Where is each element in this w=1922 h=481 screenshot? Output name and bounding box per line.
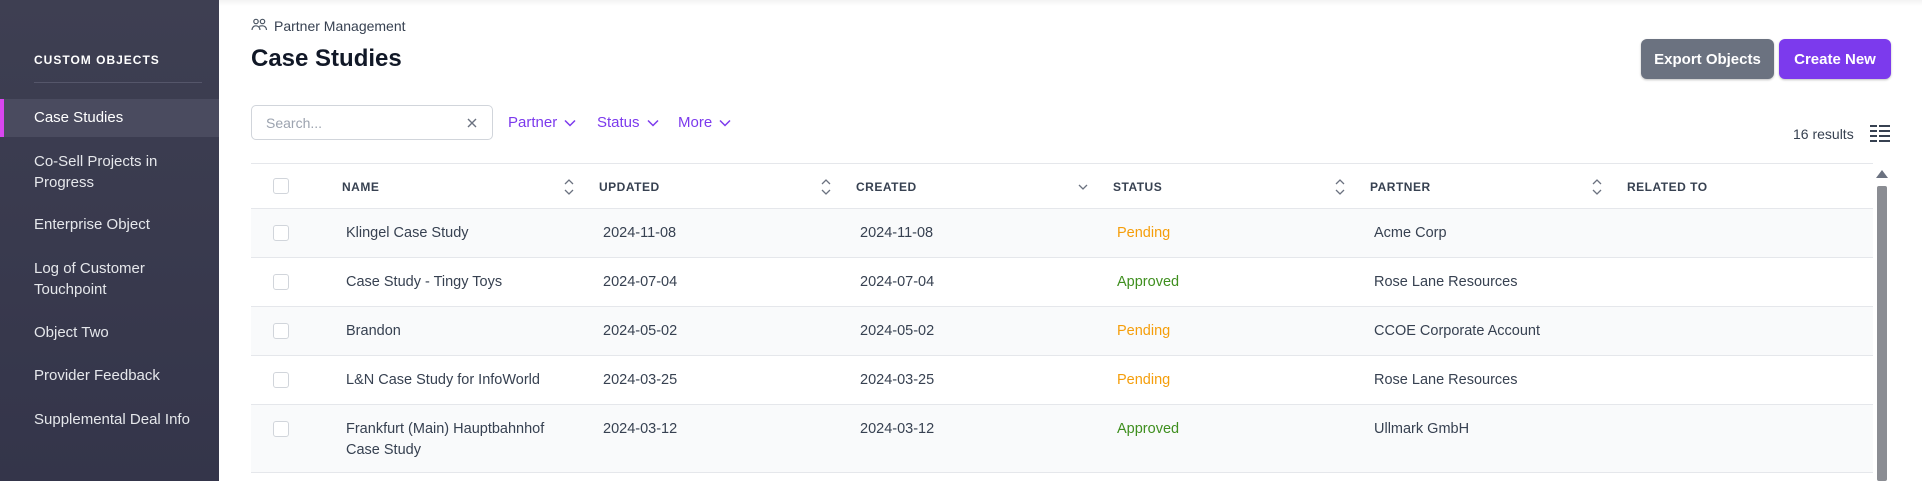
- cell-name[interactable]: Klingel Case Study: [346, 223, 576, 244]
- cell-name[interactable]: Brandon: [346, 321, 576, 342]
- scrollbar-thumb[interactable]: [1877, 186, 1887, 481]
- sidebar-item-enterprise-object[interactable]: Enterprise Object: [34, 214, 204, 235]
- sort-descending-icon[interactable]: [1078, 178, 1088, 196]
- sidebar-item-object-two[interactable]: Object Two: [34, 322, 204, 343]
- sort-icon[interactable]: [1335, 178, 1345, 196]
- chevron-down-icon: [719, 114, 731, 131]
- status-badge: Pending: [1117, 372, 1171, 388]
- chevron-down-icon: [647, 114, 659, 131]
- sidebar-heading: CUSTOM OBJECTS: [34, 53, 160, 67]
- status-badge: Pending: [1117, 323, 1171, 339]
- search-input[interactable]: [266, 114, 456, 132]
- row-checkbox[interactable]: [273, 323, 289, 339]
- column-header-partner[interactable]: PARTNER: [1370, 180, 1431, 194]
- cell-created: 2024-07-04: [860, 274, 935, 290]
- filter-partner-label: Partner: [508, 114, 558, 131]
- sidebar-divider: [34, 82, 202, 83]
- export-objects-button[interactable]: Export Objects: [1641, 39, 1774, 79]
- filter-more[interactable]: More: [678, 114, 731, 131]
- row-checkbox[interactable]: [273, 274, 289, 290]
- sidebar-item-co-sell-projects[interactable]: Co-Sell Projects in Progress: [34, 151, 204, 193]
- row-checkbox[interactable]: [273, 225, 289, 241]
- cell-name[interactable]: Case Study - Tingy Toys: [346, 272, 576, 293]
- sort-icon[interactable]: [821, 178, 831, 196]
- filter-status-label: Status: [597, 114, 640, 131]
- create-new-button[interactable]: Create New: [1779, 39, 1891, 79]
- filter-status[interactable]: Status: [597, 114, 659, 131]
- sidebar-item-supplemental-deal-info[interactable]: Supplemental Deal Info: [34, 409, 204, 430]
- cell-name[interactable]: Frankfurt (Main) Hauptbahnhof Case Study: [346, 419, 576, 461]
- search-box: [251, 105, 493, 140]
- column-header-related-to[interactable]: RELATED TO: [1627, 180, 1708, 194]
- table-row[interactable]: L&N Case Study for InfoWorld 2024-03-25 …: [251, 356, 1873, 405]
- column-header-created[interactable]: CREATED: [856, 180, 917, 194]
- column-header-status[interactable]: STATUS: [1113, 180, 1162, 194]
- cell-created: 2024-11-08: [860, 225, 934, 241]
- column-view-icon[interactable]: [1870, 124, 1890, 142]
- results-count: 16 results: [1793, 126, 1854, 142]
- sidebar-item-provider-feedback[interactable]: Provider Feedback: [34, 365, 204, 386]
- column-header-updated[interactable]: UPDATED: [599, 180, 660, 194]
- sidebar-active-indicator: [0, 99, 4, 137]
- sort-icon[interactable]: [564, 178, 574, 196]
- sidebar-item-case-studies[interactable]: Case Studies: [34, 107, 204, 128]
- filter-more-label: More: [678, 114, 713, 131]
- cell-name[interactable]: L&N Case Study for InfoWorld: [346, 370, 576, 391]
- cell-partner: CCOE Corporate Account: [1374, 323, 1541, 339]
- status-badge: Approved: [1117, 274, 1180, 290]
- people-icon: [251, 18, 268, 34]
- table-row[interactable]: Brandon 2024-05-02 2024-05-02 Pending CC…: [251, 307, 1873, 356]
- cell-partner: Rose Lane Resources: [1374, 274, 1518, 290]
- cell-created: 2024-03-12: [860, 421, 935, 437]
- row-checkbox[interactable]: [273, 421, 289, 437]
- page-title: Case Studies: [251, 45, 402, 72]
- cell-partner: Rose Lane Resources: [1374, 372, 1518, 388]
- cell-updated: 2024-03-12: [603, 421, 678, 437]
- cell-updated: 2024-03-25: [603, 372, 678, 388]
- column-header-name[interactable]: NAME: [342, 180, 379, 194]
- cell-updated: 2024-07-04: [603, 274, 678, 290]
- sort-icon[interactable]: [1592, 178, 1602, 196]
- header-shadow: [219, 0, 1922, 6]
- breadcrumb[interactable]: Partner Management: [251, 18, 406, 34]
- filter-partner[interactable]: Partner: [508, 114, 576, 131]
- table-row[interactable]: Case Study - Tingy Toys 2024-07-04 2024-…: [251, 258, 1873, 307]
- cell-created: 2024-03-25: [860, 372, 935, 388]
- clear-search-icon[interactable]: [466, 116, 478, 128]
- table-header: NAME UPDATED CREATED STATUS PARTNER RELA…: [251, 163, 1873, 209]
- cell-partner: Acme Corp: [1374, 225, 1447, 241]
- table-scrollbar[interactable]: [1876, 170, 1888, 481]
- sidebar-item-log-of-customer-touchpoint[interactable]: Log of Customer Touchpoint: [34, 258, 204, 300]
- cell-partner: Ullmark GmbH: [1374, 421, 1470, 437]
- table-row[interactable]: Klingel Case Study 2024-11-08 2024-11-08…: [251, 209, 1873, 258]
- status-badge: Pending: [1117, 225, 1171, 241]
- table-row[interactable]: Frankfurt (Main) Hauptbahnhof Case Study…: [251, 405, 1873, 473]
- breadcrumb-label: Partner Management: [274, 18, 406, 34]
- cell-created: 2024-05-02: [860, 323, 935, 339]
- cell-updated: 2024-05-02: [603, 323, 678, 339]
- chevron-down-icon: [564, 114, 576, 131]
- scroll-up-arrow-icon[interactable]: [1876, 170, 1888, 178]
- status-badge: Approved: [1117, 421, 1180, 437]
- select-all-checkbox[interactable]: [273, 178, 289, 194]
- row-checkbox[interactable]: [273, 372, 289, 388]
- cell-updated: 2024-11-08: [603, 225, 677, 241]
- sidebar: CUSTOM OBJECTS Case Studies Co-Sell Proj…: [0, 0, 219, 481]
